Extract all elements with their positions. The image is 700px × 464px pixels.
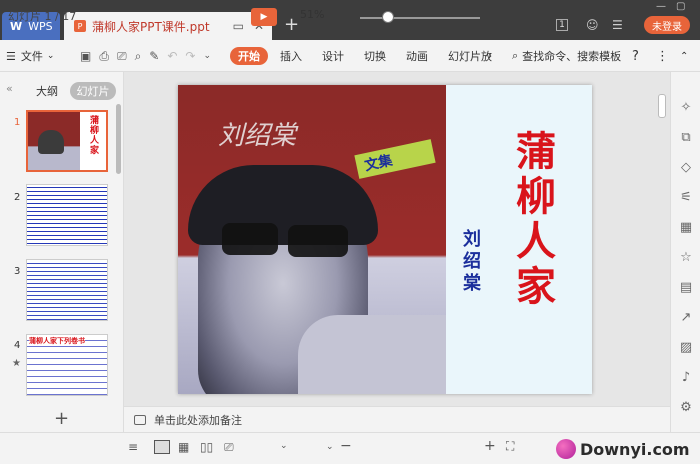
minimize-icon[interactable]: — [656, 1, 666, 12]
magic-icon[interactable]: ✧ [678, 100, 694, 116]
portrait-hand [298, 315, 446, 394]
glasses-right [288, 225, 348, 257]
command-search[interactable]: ⌕ 查找命令、搜索模板 [512, 40, 621, 72]
watermark: Downyi.com [556, 436, 700, 462]
file-menu[interactable]: ☰ 文件 ⌄ [6, 40, 54, 72]
book-cover-photo: 刘绍棠 文集 [178, 85, 446, 394]
zoom-in-button[interactable]: + [484, 438, 496, 454]
tab-slideshow[interactable]: 幻灯片放 [448, 40, 492, 72]
export-icon[interactable]: ⎙ [99, 49, 109, 64]
more-options-icon[interactable]: ⋮ [656, 40, 669, 72]
command-search-label: 查找命令、搜索模板 [522, 50, 622, 63]
tab-slides[interactable]: 幻灯片 [70, 82, 116, 100]
preview-icon[interactable]: ⌕ [135, 49, 142, 64]
slide-title: 蒲柳人家 [516, 128, 556, 310]
signature-graphic: 刘绍棠 [218, 121, 297, 151]
play-options-icon[interactable]: ⌄ [280, 441, 288, 451]
maximize-icon[interactable]: ▢ [676, 1, 685, 12]
shape-icon[interactable]: ◇ [678, 160, 694, 176]
zoom-level[interactable]: 51% [300, 8, 324, 21]
watermark-logo-icon [556, 439, 576, 459]
format-painter-icon[interactable]: ✎ [149, 49, 159, 63]
help-icon[interactable]: ? [632, 40, 639, 72]
customize-icon[interactable]: ⌄ [203, 51, 211, 61]
star-icon[interactable]: ☆ [678, 250, 694, 266]
notes-placeholder: 单击此处添加备注 [154, 413, 242, 427]
thumbnail-scrollbar[interactable] [116, 104, 121, 174]
reading-view-icon[interactable]: ▯▯ [200, 440, 213, 454]
audio-icon[interactable]: ♪ [678, 370, 694, 386]
thumb-number: 2 [14, 192, 21, 203]
layout-icon[interactable]: ▦ [678, 220, 694, 236]
search-icon: ⌕ [512, 49, 519, 62]
zoom-slider[interactable] [360, 17, 480, 19]
presenter-view-icon[interactable]: ⎚ [224, 440, 234, 455]
collapse-ribbon-icon[interactable]: ⌃ [680, 40, 688, 72]
thumb-number: 4 [14, 340, 21, 351]
ribbon-more-icon[interactable]: › [488, 40, 492, 72]
play-slideshow-button[interactable]: ▶ [251, 8, 277, 26]
menu-icon[interactable]: ☰ [612, 18, 623, 32]
redo-icon[interactable]: ↷ [185, 49, 195, 63]
slides-icon[interactable]: ▤ [678, 280, 694, 296]
tab-start[interactable]: 开始 [230, 47, 268, 65]
adjust-icon[interactable]: ⚟ [678, 190, 694, 206]
collapse-panel-icon[interactable]: « [6, 82, 13, 95]
thumb-number: 3 [14, 266, 21, 277]
fit-window-icon[interactable]: ⛶ [506, 439, 514, 454]
tab-insert[interactable]: 插入 [280, 40, 302, 72]
print-icon[interactable]: ⎚ [117, 49, 127, 64]
chevron-down-icon: ⌄ [46, 51, 55, 61]
thumb-title: 蒲柳人家 [90, 116, 100, 156]
normal-view-icon[interactable] [154, 440, 170, 454]
settings-icon[interactable]: ⚙ [678, 400, 694, 416]
slide-thumb-3[interactable] [26, 259, 108, 321]
glasses-left [222, 223, 278, 255]
copy-icon[interactable]: ⧉ [678, 130, 694, 146]
quick-access-toolbar: ▣ ⎙ ⎚ ⌕ ✎ ↶ ↷ ⌄ [80, 40, 211, 72]
slide-1[interactable]: 刘绍棠 文集 刘绍棠 蒲柳人家 [178, 85, 592, 394]
notes-icon [134, 414, 146, 425]
slide-thumb-1[interactable]: 蒲柳人家 [26, 110, 108, 172]
add-slide-button[interactable]: + [54, 408, 69, 429]
slide-counter: 幻灯片 1 / 17 [8, 10, 77, 23]
slide-scrollbar[interactable] [658, 94, 666, 118]
window-icon[interactable]: ▭ [233, 19, 244, 33]
portrait-hair [188, 165, 378, 245]
zoom-dropdown-icon[interactable]: ⌄ [326, 442, 334, 452]
slide-thumb-2[interactable] [26, 184, 108, 246]
tab-design[interactable]: 设计 [322, 40, 344, 72]
tab-outline[interactable]: 大纲 [30, 82, 64, 100]
right-sidebar: ✧ ⧉ ◇ ⚟ ▦ ☆ ▤ ↗ ▨ ♪ ⚙ [670, 72, 700, 432]
save-icon[interactable]: ▣ [80, 49, 91, 63]
document-tab[interactable]: P 蒲柳人家PPT课件.ppt ▭ ✕ [64, 12, 272, 40]
login-button[interactable]: 未登录 [644, 16, 690, 34]
animation-star-icon: ★ [12, 358, 21, 369]
notes-toggle-icon[interactable]: ≡ [128, 440, 138, 454]
file-menu-label: 文件 [20, 50, 43, 63]
badge-counter[interactable]: 1 [556, 19, 568, 31]
document-tab-label: 蒲柳人家PPT课件.ppt [92, 19, 210, 34]
tab-transition[interactable]: 切换 [364, 40, 386, 72]
thumb-portrait [38, 130, 64, 154]
zoom-slider-handle[interactable] [382, 11, 394, 23]
watermark-text: Downyi.com [580, 439, 690, 459]
book-tag: 文集 [354, 139, 436, 179]
slide-thumbnail-panel: « 大纲 幻灯片 1 蒲柳人家 2 3 4 ★ 蒲柳人家下列卷书 + [0, 72, 124, 432]
skin-icon[interactable]: ☺ [586, 18, 599, 32]
sorter-view-icon[interactable]: ▦ [178, 440, 189, 454]
hamburger-icon: ☰ [6, 49, 16, 63]
thumb-number: 1 [14, 117, 21, 128]
arrow-icon[interactable]: ↗ [678, 310, 694, 326]
slide-author: 刘绍棠 [463, 229, 481, 294]
zoom-out-button[interactable]: − [340, 438, 352, 454]
new-tab-button[interactable]: + [284, 16, 299, 34]
tab-animation[interactable]: 动画 [406, 40, 428, 72]
undo-icon[interactable]: ↶ [167, 49, 177, 63]
image-icon[interactable]: ▨ [678, 340, 694, 356]
notes-bar[interactable]: 单击此处添加备注 [124, 406, 670, 432]
slide-thumb-4[interactable]: 蒲柳人家下列卷书 [26, 334, 108, 396]
thumb-title: 蒲柳人家下列卷书 [29, 336, 85, 346]
